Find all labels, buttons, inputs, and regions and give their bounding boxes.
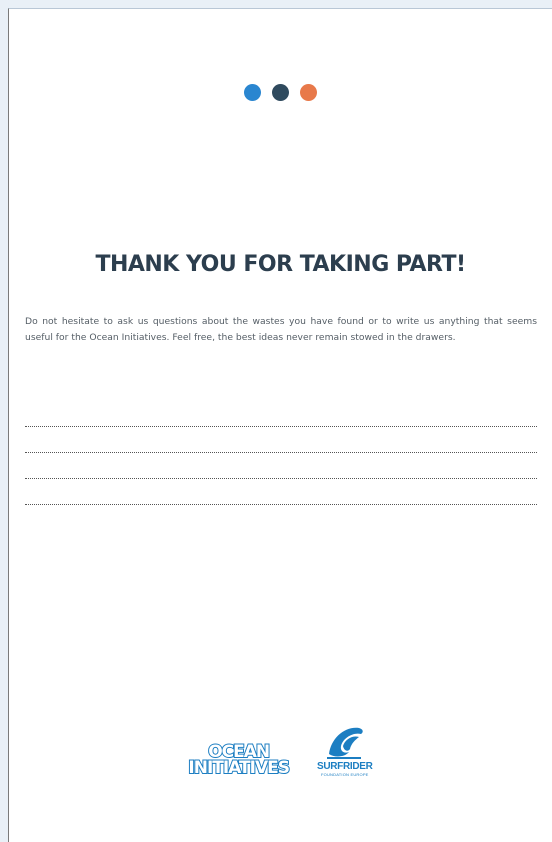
blue-dot-icon xyxy=(244,84,261,101)
writing-line[interactable] xyxy=(25,453,537,479)
writing-line[interactable] xyxy=(25,401,537,427)
writing-line[interactable] xyxy=(25,479,537,505)
surfrider-logo: SURFRIDER FOUNDATION EUROPE xyxy=(317,724,373,777)
decorative-dots xyxy=(9,84,552,101)
logo-surfrider-name: SURFRIDER xyxy=(316,761,373,772)
logo-surfrider-subtitle: FOUNDATION EUROPE xyxy=(321,772,369,777)
wave-icon xyxy=(326,727,363,759)
writing-lines xyxy=(25,401,537,505)
ocean-initiatives-logo: OCEAN INITIATIVES xyxy=(187,743,291,778)
partner-logos: OCEAN INITIATIVES SURFRIDER FOUNDATION E… xyxy=(9,724,552,778)
page-title: THANK YOU FOR TAKING PART! xyxy=(95,252,466,277)
logo-initiatives-word: INITIATIVES xyxy=(187,758,291,778)
orange-dot-icon xyxy=(300,84,317,101)
document-page: THANK YOU FOR TAKING PART! Do not hesita… xyxy=(8,8,552,842)
writing-line[interactable] xyxy=(25,427,537,453)
dark-dot-icon xyxy=(272,84,289,101)
intro-paragraph: Do not hesitate to ask us questions abou… xyxy=(25,316,537,343)
